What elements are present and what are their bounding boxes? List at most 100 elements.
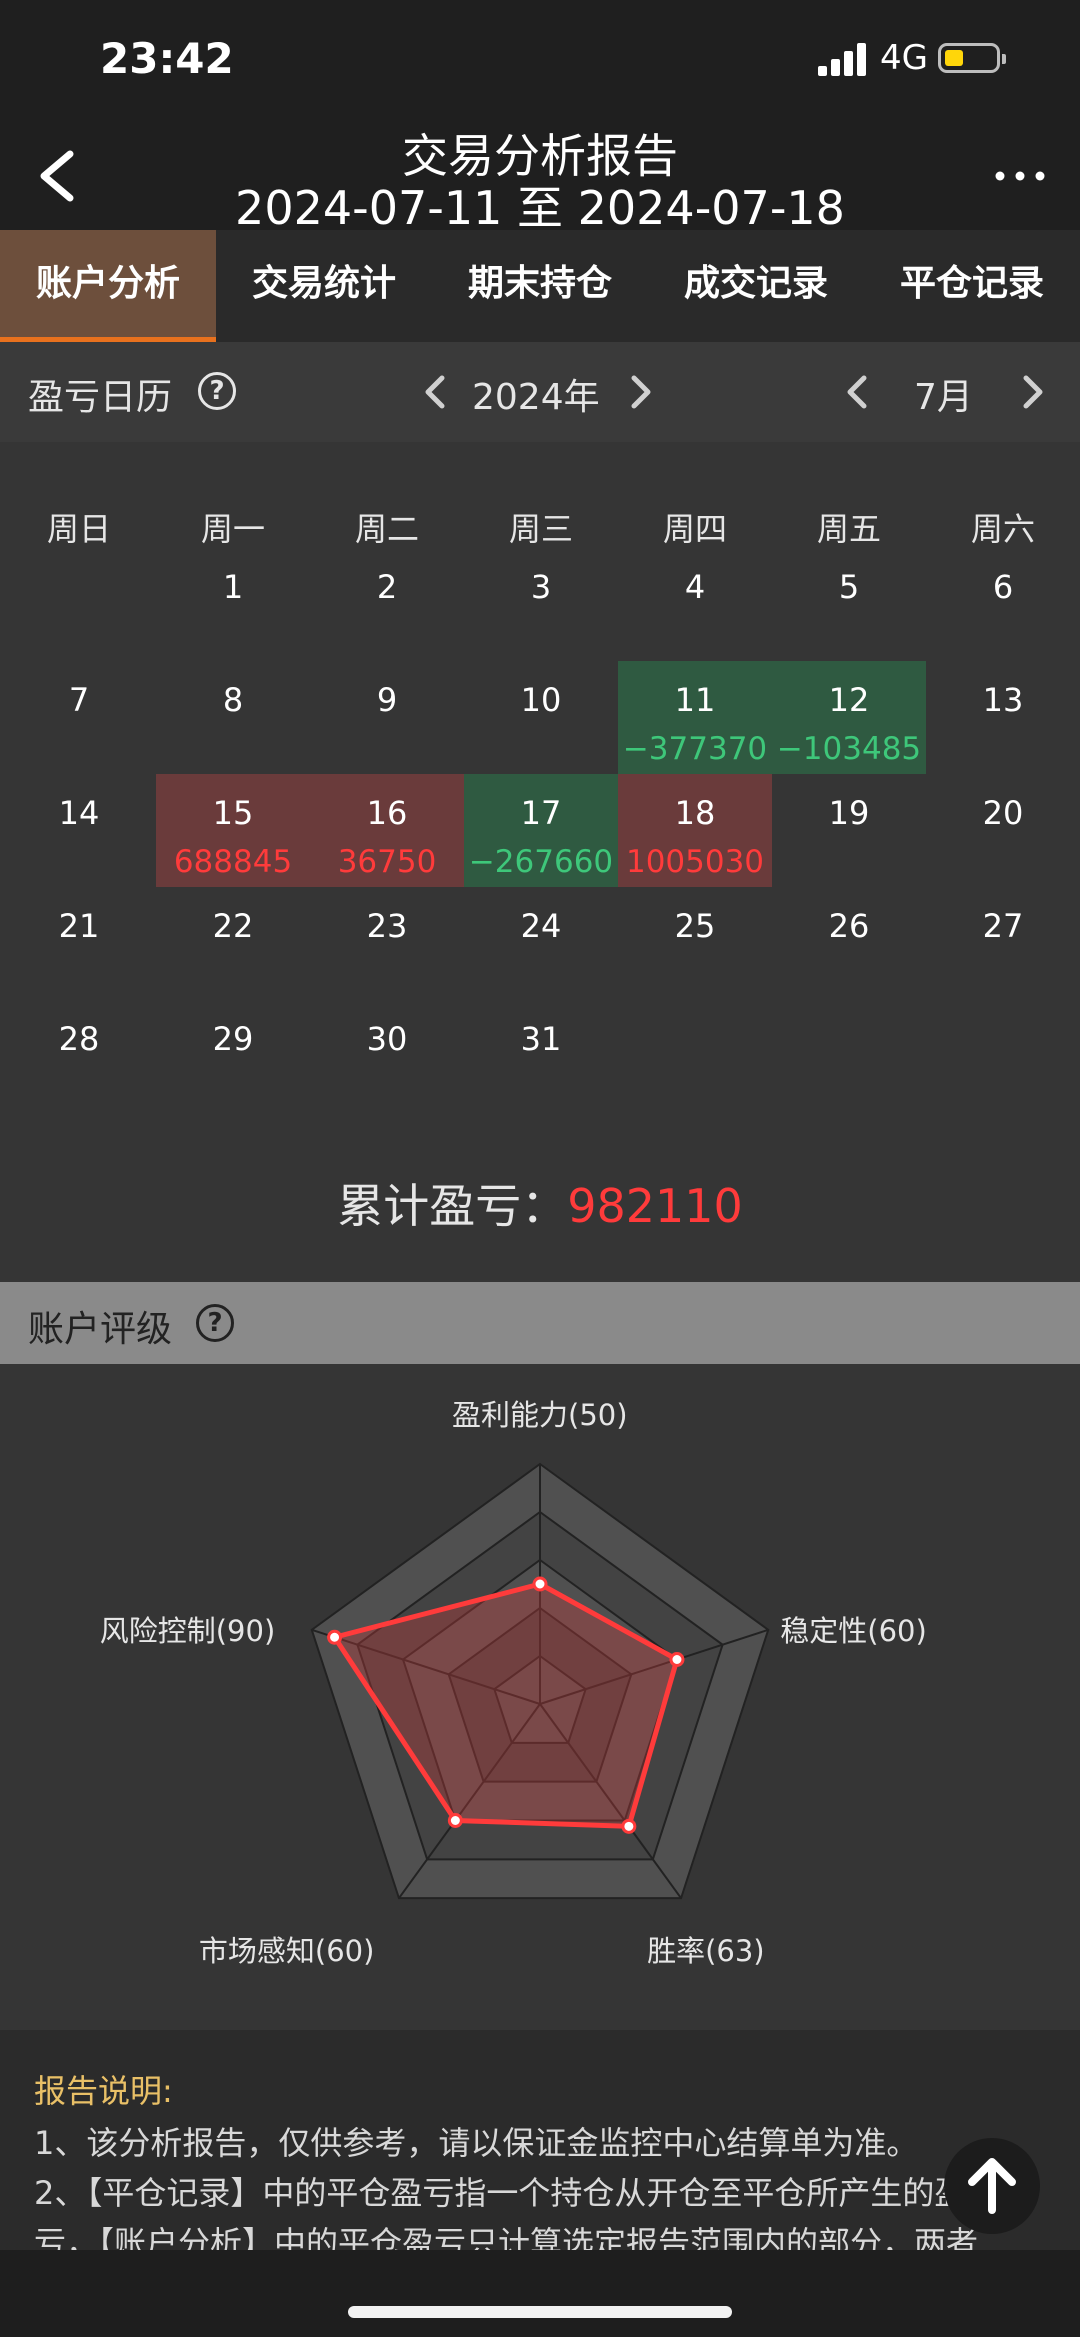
tab-ending-positions[interactable]: 期末持仓 <box>432 230 648 342</box>
status-time: 23:42 <box>100 34 234 83</box>
total-pnl-value: 982110 <box>567 1179 743 1233</box>
tab-account-analysis[interactable]: 账户分析 <box>0 230 216 342</box>
day-number: 18 <box>674 794 716 832</box>
day-number: 5 <box>838 568 860 606</box>
day-number: 15 <box>212 794 254 832</box>
calendar-day[interactable]: 11 −377370 <box>618 661 772 774</box>
weekday-label: 周一 <box>200 510 265 548</box>
calendar-day[interactable]: 4 <box>618 548 772 661</box>
report-date-range: 2024-07-11 至 2024-07-18 <box>235 181 845 235</box>
calendar-title: 盈亏日历 <box>28 377 173 418</box>
calendar-day[interactable]: 8 <box>156 661 310 774</box>
home-indicator[interactable] <box>348 2306 732 2318</box>
day-number: 30 <box>366 1020 408 1058</box>
weekday-label: 周日 <box>46 510 111 548</box>
day-number: 9 <box>376 681 398 719</box>
day-number: 28 <box>58 1020 100 1058</box>
calendar-day[interactable]: 20 <box>926 774 1080 887</box>
calendar-day[interactable]: 10 <box>464 661 618 774</box>
calendar-day[interactable]: 3 <box>464 548 618 661</box>
calendar-day[interactable]: 29 <box>156 1000 310 1113</box>
calendar-day[interactable]: 16 36750 <box>310 774 464 887</box>
calendar-day[interactable]: 9 <box>310 661 464 774</box>
calendar-day[interactable]: 17 −267660 <box>464 774 618 887</box>
total-pnl-label: 累计盈亏： <box>337 1179 568 1233</box>
weekday-label: 周六 <box>970 510 1035 548</box>
radar-svg <box>310 1462 770 1900</box>
day-number: 17 <box>520 794 562 832</box>
day-number: 4 <box>684 568 706 606</box>
year-value: 2024年 <box>472 377 600 418</box>
day-number: 26 <box>828 907 870 945</box>
home-bar <box>0 2250 1080 2337</box>
calendar-day[interactable]: 1 <box>156 548 310 661</box>
calendar-day[interactable]: 19 <box>772 774 926 887</box>
day-pnl-value: −267660 <box>468 844 614 880</box>
radar-axis-label: 盈利能力(50) <box>452 1398 628 1432</box>
day-pnl-value: −103485 <box>776 731 922 767</box>
radar-axis-label: 胜率(63) <box>647 1934 765 1969</box>
radar-data-point <box>669 1652 685 1668</box>
day-number: 24 <box>520 907 562 945</box>
battery-icon <box>938 43 1006 73</box>
calendar-day[interactable]: 7 <box>2 661 156 774</box>
day-number: 20 <box>982 794 1024 832</box>
calendar-day[interactable]: 25 <box>618 887 772 1000</box>
radar-axis-label: 市场感知(60) <box>198 1934 375 1969</box>
calendar-day[interactable]: 27 <box>926 887 1080 1000</box>
calendar-day[interactable]: 14 <box>2 774 156 887</box>
day-number: 11 <box>674 681 716 719</box>
radar-data-point <box>532 1576 548 1592</box>
calendar-day[interactable]: 30 <box>310 1000 464 1113</box>
calendar-day[interactable]: 26 <box>772 887 926 1000</box>
day-number: 14 <box>58 794 100 832</box>
calendar-day[interactable]: 28 <box>2 1000 156 1113</box>
calendar-day[interactable]: 31 <box>464 1000 618 1113</box>
calendar-day[interactable]: 13 <box>926 661 1080 774</box>
calendar-day[interactable]: 21 <box>2 887 156 1000</box>
calendar-day[interactable]: 15 688845 <box>156 774 310 887</box>
day-number: 25 <box>674 907 716 945</box>
next-year-icon[interactable] <box>622 374 658 410</box>
day-number: 27 <box>982 907 1024 945</box>
prev-month-icon[interactable] <box>840 374 876 410</box>
scroll-top-button[interactable] <box>944 2138 1040 2234</box>
total-pnl: 累计盈亏：982110 <box>0 1170 1080 1236</box>
day-number: 23 <box>366 907 408 945</box>
calendar-day[interactable]: 5 <box>772 548 926 661</box>
calendar-day[interactable]: 18 1005030 <box>618 774 772 887</box>
more-horizontal-icon[interactable] <box>990 146 1050 206</box>
calendar-day[interactable]: 2 <box>310 548 464 661</box>
weekday-label: 周三 <box>508 510 573 548</box>
day-pnl-value: 36750 <box>337 844 437 880</box>
rating-header: 账户评级 ? <box>0 1282 1080 1364</box>
weekday-label: 周四 <box>662 510 727 548</box>
pnl-calendar: 周日 周一 周二 周三 周四 周五 周六 1 2 3 4 5 6 7 8 9 10 11 −377370 12 −103… <box>0 442 1080 1282</box>
notes-title: 报告说明: <box>34 2072 173 2110</box>
day-number: 3 <box>530 568 552 606</box>
next-month-icon[interactable] <box>1014 374 1050 410</box>
radar-axis-label: 稳定性(60) <box>780 1613 927 1648</box>
help-icon[interactable]: ? <box>196 1304 234 1342</box>
rating-title: 账户评级 <box>28 1309 173 1350</box>
day-number: 8 <box>222 681 244 719</box>
help-icon[interactable]: ? <box>198 372 236 410</box>
calendar-day[interactable]: 6 <box>926 548 1080 661</box>
weekday-label: 周五 <box>816 510 881 548</box>
weekday-label: 周二 <box>354 510 419 548</box>
day-pnl-value: 688845 <box>173 844 293 880</box>
calendar-day[interactable]: 23 <box>310 887 464 1000</box>
calendar-day[interactable]: 24 <box>464 887 618 1000</box>
day-number: 6 <box>992 568 1014 606</box>
calendar-header: 盈亏日历 ? 2024年 7月 <box>0 342 1080 442</box>
calendar-day[interactable]: 22 <box>156 887 310 1000</box>
notes-line: 1、该分析报告，仅供参考，请以保证金监控中心结算单为准。 <box>34 2124 919 2162</box>
tab-trade-stats[interactable]: 交易统计 <box>216 230 432 342</box>
nav-bar: 交易分析报告 2024-07-11 至 2024-07-18 <box>0 120 1080 235</box>
prev-year-icon[interactable] <box>418 374 454 410</box>
day-number: 16 <box>366 794 408 832</box>
tab-deal-records[interactable]: 成交记录 <box>648 230 864 342</box>
month-value: 7月 <box>914 377 973 418</box>
tab-close-records[interactable]: 平仓记录 <box>864 230 1080 342</box>
calendar-day[interactable]: 12 −103485 <box>772 661 926 774</box>
